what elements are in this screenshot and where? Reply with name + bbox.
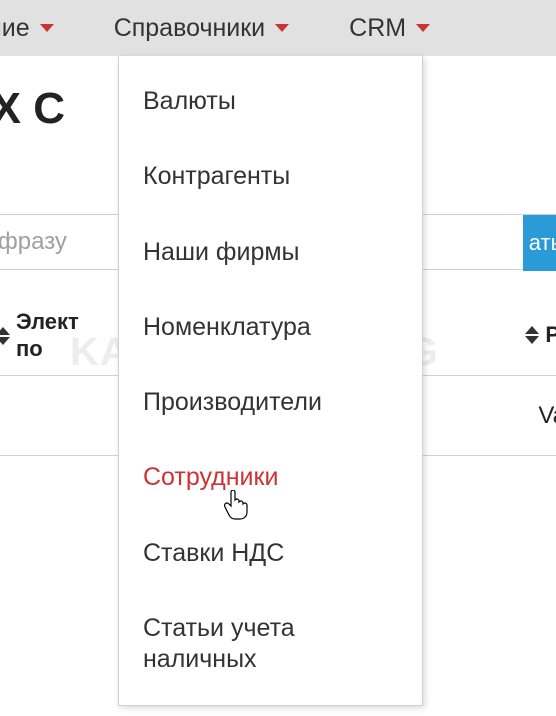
topbar-item-1[interactable]: Справочники (98, 0, 305, 56)
caret-down-icon (275, 24, 289, 32)
dropdown-item-counterparties[interactable]: Контрагенты (119, 139, 422, 214)
caret-down-icon (416, 24, 430, 32)
dropdown-item-vat-rates[interactable]: Ставки НДС (119, 516, 422, 591)
topbar-item-label: Справочники (114, 14, 265, 43)
table-cell: Va (538, 402, 556, 430)
topbar-item-label: ние (0, 14, 30, 43)
column-header-0[interactable]: Элект по (0, 309, 85, 362)
topbar-item-label: CRM (349, 14, 406, 43)
sort-icon (0, 327, 10, 345)
dropdown-item-cash-accounts[interactable]: Статьи учета наличных (119, 591, 422, 698)
sort-icon (525, 326, 539, 344)
dropdown-item-nomenclature[interactable]: Номенклатура (119, 290, 422, 365)
topbar-item-2[interactable]: CRM (333, 0, 446, 56)
column-header-1[interactable]: Р (519, 322, 556, 348)
dropdown-item-employees[interactable]: Сотрудники (119, 440, 422, 515)
dropdown-menu: Валюты Контрагенты Наши фирмы Номенклату… (118, 56, 423, 706)
search-button[interactable]: ать (523, 215, 556, 271)
dropdown-item-currencies[interactable]: Валюты (119, 64, 422, 139)
topbar-item-0[interactable]: ние (0, 0, 70, 56)
dropdown-item-our-firms[interactable]: Наши фирмы (119, 215, 422, 290)
column-label: Элект по (16, 309, 79, 362)
top-menu-bar: ние Справочники CRM (0, 0, 556, 56)
caret-down-icon (40, 24, 54, 32)
column-label: Р (545, 322, 556, 348)
dropdown-item-manufacturers[interactable]: Производители (119, 365, 422, 440)
